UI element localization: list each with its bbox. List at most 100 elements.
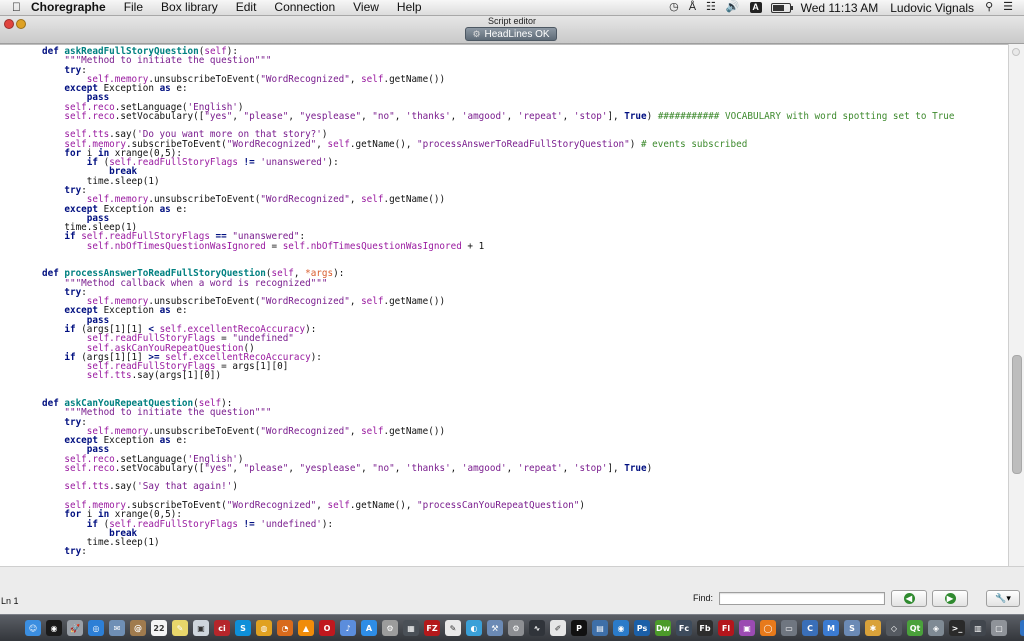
menu-connection[interactable]: Connection <box>265 0 344 15</box>
find-next-button[interactable]: ▶ <box>932 590 968 607</box>
tools-menu-button[interactable]: 🔧▾ <box>986 590 1020 607</box>
cm-icon[interactable]: C <box>802 620 818 636</box>
code-line[interactable] <box>42 251 954 260</box>
wifi-icon[interactable]: ☷ <box>701 0 721 15</box>
s-icon[interactable]: S <box>844 620 860 636</box>
resize-handle-icon[interactable] <box>1012 48 1020 56</box>
chrome-icon[interactable]: ◍ <box>256 620 272 636</box>
flash-catalyst-icon[interactable]: Fc <box>676 620 692 636</box>
activity-icon[interactable]: ∿ <box>529 620 545 636</box>
code-line[interactable]: """Method callback when a word is recogn… <box>42 278 954 288</box>
itunes-icon[interactable]: ♪ <box>340 620 356 636</box>
menu-box-library[interactable]: Box library <box>152 0 227 15</box>
battery-icon[interactable] <box>770 2 793 13</box>
status-pill-label: HeadLines OK <box>484 28 550 40</box>
screen-icon[interactable]: ▢ <box>991 620 1007 636</box>
mail-icon[interactable]: ✉ <box>109 620 125 636</box>
code-line[interactable]: time.sleep(1) <box>42 538 954 547</box>
find-input[interactable] <box>719 592 885 605</box>
code-line[interactable]: self.nbOfTimesQuestionWasIgnored = self.… <box>42 241 954 251</box>
code-line[interactable]: """Method to initiate the question""" <box>42 56 954 65</box>
bee-icon[interactable]: ✱ <box>865 620 881 636</box>
menu-clock[interactable]: Wed 11:13 AM <box>795 1 885 15</box>
dreamweaver-icon[interactable]: Dw <box>655 620 671 636</box>
code-line[interactable]: if (self.readFullStoryFlags != 'unanswer… <box>42 158 954 167</box>
find-previous-button[interactable]: ◀ <box>891 590 927 607</box>
bluetooth-icon[interactable]: Å <box>684 0 701 15</box>
robot-icon[interactable]: ◈ <box>928 620 944 636</box>
wrench-icon: 🔧▾ <box>995 593 1011 603</box>
pages-icon[interactable]: ✎ <box>445 620 461 636</box>
code-text[interactable]: def askReadFullStoryQuestion(self): """M… <box>42 47 954 557</box>
apple-menu-icon[interactable]:  <box>0 0 27 15</box>
opera-icon[interactable]: O <box>319 620 335 636</box>
cisco-icon[interactable]: ci <box>214 620 230 636</box>
keychain-icon[interactable]: ⚙ <box>382 620 398 636</box>
filezilla-icon[interactable]: FZ <box>424 620 440 636</box>
code-line[interactable]: try: <box>42 547 954 556</box>
console-icon[interactable]: ▥ <box>970 620 986 636</box>
input-source-icon[interactable]: A <box>745 0 767 15</box>
code-line[interactable]: self.reco.setVocabulary(["yes", "please"… <box>42 464 954 473</box>
code-line[interactable]: pass <box>42 214 954 223</box>
m-icon[interactable]: M <box>823 620 839 636</box>
code-editor[interactable]: def askReadFullStoryQuestion(self): """M… <box>0 44 1008 567</box>
code-line[interactable]: except Exception as e: <box>42 306 954 315</box>
qt-icon[interactable]: Qt <box>907 620 923 636</box>
code-line[interactable]: break <box>42 529 954 538</box>
photo-icon[interactable]: ▦ <box>403 620 419 636</box>
downloads-icon[interactable]: ⬇ <box>1020 620 1024 636</box>
spotlight-icon[interactable]: ⚲ <box>980 0 998 15</box>
app-store-icon[interactable]: A <box>361 620 377 636</box>
xcode-icon[interactable]: ⚒ <box>487 620 503 636</box>
time-machine-icon[interactable]: ◷ <box>664 0 684 15</box>
code-line[interactable]: if (self.readFullStoryFlags != 'undefine… <box>42 519 954 529</box>
finder-window-icon[interactable]: ▣ <box>739 620 755 636</box>
script-icon[interactable]: ▤ <box>592 620 608 636</box>
network-icon[interactable]: ◐ <box>466 620 482 636</box>
code-line[interactable]: except Exception as e: <box>42 84 954 93</box>
terminal2-icon[interactable]: >_ <box>949 620 965 636</box>
user-menu[interactable]: Ludovic Vignals <box>884 1 980 15</box>
flash-icon[interactable]: Fl <box>718 620 734 636</box>
dashboard-icon[interactable]: ◉ <box>46 620 62 636</box>
menu-help[interactable]: Help <box>388 0 431 15</box>
firefox-icon[interactable]: ◔ <box>277 620 293 636</box>
menu-edit[interactable]: Edit <box>227 0 266 15</box>
notification-center-icon[interactable]: ☰ <box>998 0 1018 15</box>
code-line[interactable]: self.tts.say('Say that again!') <box>42 482 954 491</box>
safari-icon[interactable]: ◎ <box>88 620 104 636</box>
finder-icon[interactable]: ☺ <box>25 620 41 636</box>
system-prefs-icon[interactable]: ⚙ <box>508 620 524 636</box>
skype-icon[interactable]: S <box>235 620 251 636</box>
launchpad-icon[interactable]: 🚀 <box>67 620 83 636</box>
flash-builder-icon[interactable]: Fb <box>697 620 713 636</box>
folder-icon[interactable]: ▭ <box>781 620 797 636</box>
code-line[interactable]: """Method to initiate the question""" <box>42 408 954 417</box>
code-line[interactable]: time.sleep(1) <box>42 177 954 186</box>
vlc-icon[interactable]: ▲ <box>298 620 314 636</box>
preview-icon[interactable]: ▣ <box>193 620 209 636</box>
code-line[interactable] <box>42 381 954 390</box>
code-line[interactable]: break <box>42 167 954 176</box>
notes-icon[interactable]: ✎ <box>172 620 188 636</box>
menu-view[interactable]: View <box>344 0 388 15</box>
globe-icon[interactable]: ◯ <box>760 620 776 636</box>
code-line[interactable]: except Exception as e: <box>42 204 954 214</box>
world-icon[interactable]: ◉ <box>613 620 629 636</box>
status-pill: ⚙ HeadLines OK <box>465 27 557 41</box>
app-menu[interactable]: Choregraphe <box>27 0 115 15</box>
terminal-icon[interactable]: P <box>571 620 587 636</box>
code-line[interactable]: self.reco.setVocabulary(["yes", "please"… <box>42 112 954 121</box>
code-line[interactable]: except Exception as e: <box>42 436 954 445</box>
textwrangler-icon[interactable]: ✐ <box>550 620 566 636</box>
photoshop-icon[interactable]: Ps <box>634 620 650 636</box>
code-line[interactable]: self.tts.say(args[1][0]) <box>42 371 954 380</box>
scrollbar-thumb[interactable] <box>1012 355 1022 474</box>
unity-icon[interactable]: ◇ <box>886 620 902 636</box>
contacts-icon[interactable]: @ <box>130 620 146 636</box>
vertical-scrollbar[interactable] <box>1008 44 1024 566</box>
volume-icon[interactable]: 🔊 <box>721 0 745 15</box>
menu-file[interactable]: File <box>115 0 152 15</box>
calendar-icon[interactable]: 22 <box>151 620 167 636</box>
